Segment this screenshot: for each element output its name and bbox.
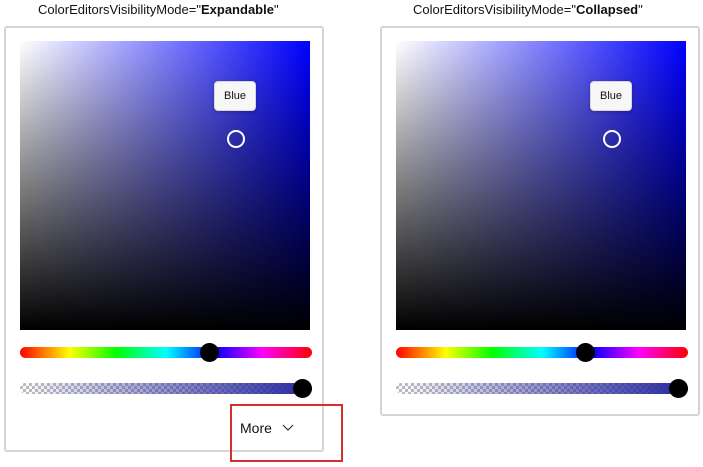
alpha-slider[interactable]: [20, 379, 312, 398]
highlight-box: [230, 404, 343, 462]
left-caption-prefix: ColorEditorsVisibilityMode=": [38, 2, 201, 17]
right-caption: ColorEditorsVisibilityMode="Collapsed": [413, 1, 643, 19]
color-name-label: Blue: [223, 90, 247, 102]
color-picker-expandable: Blue More: [4, 26, 324, 452]
color-name-tooltip: Blue: [590, 81, 632, 111]
left-caption-suffix: ": [273, 2, 279, 17]
alpha-gradient: [20, 383, 312, 394]
alpha-slider-thumb[interactable]: [293, 379, 312, 398]
right-caption-prefix: ColorEditorsVisibilityMode=": [413, 2, 576, 17]
right-caption-value: Collapsed: [575, 2, 639, 17]
alpha-slider-thumb[interactable]: [669, 379, 688, 398]
spectrum-selector-ring[interactable]: [227, 130, 245, 148]
color-spectrum[interactable]: Blue: [396, 41, 686, 330]
left-caption-value: Expandable: [200, 2, 274, 17]
right-caption-suffix: ": [638, 2, 643, 17]
hue-slider[interactable]: [20, 343, 312, 362]
hue-slider-thumb[interactable]: [576, 343, 595, 362]
color-spectrum[interactable]: Blue: [20, 41, 310, 330]
color-picker-collapsed: Blue: [380, 26, 700, 416]
left-caption: ColorEditorsVisibilityMode="Expandable": [38, 1, 279, 19]
alpha-gradient: [396, 383, 688, 394]
alpha-slider[interactable]: [396, 379, 688, 398]
hue-slider[interactable]: [396, 343, 688, 362]
hue-slider-thumb[interactable]: [200, 343, 219, 362]
color-name-tooltip: Blue: [214, 81, 256, 111]
color-name-label: Blue: [599, 90, 623, 102]
spectrum-selector-ring[interactable]: [603, 130, 621, 148]
